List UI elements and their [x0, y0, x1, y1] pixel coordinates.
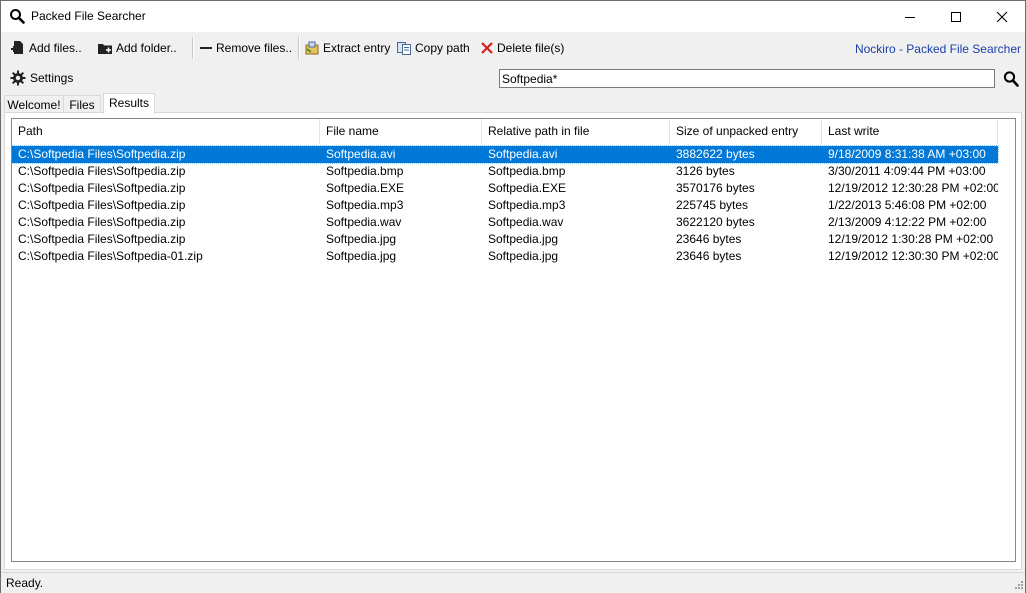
search-icon [1003, 71, 1019, 87]
table-row[interactable]: C:\Softpedia Files\Softpedia-01.zip Softp… [12, 248, 998, 265]
maximize-icon [951, 12, 961, 22]
extract-entry-label: Extract entry [323, 41, 391, 55]
cell-path: C:\Softpedia Files\Softpedia.zip [18, 215, 186, 229]
cell-file-name: Softpedia.bmp [326, 164, 404, 178]
cell-file-name: Softpedia.wav [326, 215, 402, 229]
cell-path: C:\Softpedia Files\Softpedia.zip [18, 198, 186, 212]
cell-path: C:\Softpedia Files\Softpedia.zip [18, 164, 186, 178]
table-row[interactable]: C:\Softpedia Files\Softpedia.zip Softpedi… [12, 197, 998, 214]
cell-file-name: Softpedia.EXE [326, 181, 405, 195]
toolbar: Add files.. Add folder.. Remove files.. … [1, 32, 1025, 64]
add-folder-button[interactable]: Add folder.. [97, 38, 177, 58]
cell-path: C:\Softpedia Files\Softpedia-01.zip [18, 249, 203, 263]
extract-entry-button[interactable]: Extract entry [304, 38, 390, 58]
toolbar-separator [298, 37, 300, 59]
resize-grip-icon[interactable] [1013, 581, 1023, 591]
settings-row: Settings [1, 64, 1025, 92]
cell-last-write: 3/30/2011 4:09:44 PM +03:00 [828, 164, 986, 178]
cell-size: 23646 bytes [676, 232, 742, 246]
cell-size: 3882622 bytes [676, 147, 755, 161]
cell-relative-path: Softpedia.wav [488, 215, 564, 229]
column-header-file-name[interactable]: File name [320, 119, 482, 144]
status-bar: Ready. [1, 572, 1025, 593]
delete-files-button[interactable]: Delete file(s) [480, 38, 564, 58]
window-title: Packed File Searcher [31, 9, 146, 23]
copy-icon [397, 42, 411, 55]
results-list[interactable]: Path File name Relative path in file Siz… [11, 118, 1016, 562]
cell-path: C:\Softpedia Files\Softpedia.zip [18, 147, 186, 161]
copy-path-button[interactable]: Copy path [396, 38, 470, 58]
status-text: Ready. [6, 576, 44, 590]
cell-relative-path: Softpedia.bmp [488, 164, 566, 178]
close-button[interactable] [979, 1, 1025, 32]
cell-last-write: 1/22/2013 5:46:08 PM +02:00 [828, 198, 987, 212]
column-header-size[interactable]: Size of unpacked entry [670, 119, 822, 144]
close-icon [996, 11, 1008, 23]
search-button[interactable] [1000, 69, 1022, 89]
minus-icon [200, 47, 212, 49]
add-folder-icon [98, 44, 112, 54]
list-header: Path File name Relative path in file Siz… [12, 119, 1015, 144]
brand-link[interactable]: Nockiro - Packed File Searcher [855, 42, 1021, 56]
cell-relative-path: Softpedia.mp3 [488, 198, 566, 212]
cell-relative-path: Softpedia.jpg [488, 232, 559, 246]
cell-last-write: 9/18/2009 8:31:38 AM +03:00 [828, 147, 986, 161]
tab-welcome[interactable]: Welcome! [4, 95, 64, 113]
cell-last-write: 12/19/2012 1:30:28 PM +02:00 [828, 232, 994, 246]
minimize-button[interactable] [887, 1, 933, 32]
cell-file-name: Softpedia.jpg [326, 249, 397, 263]
cell-size: 3126 bytes [676, 164, 735, 178]
cell-relative-path: Softpedia.jpg [488, 249, 559, 263]
add-folder-label: Add folder.. [116, 41, 177, 55]
table-row[interactable]: C:\Softpedia Files\Softpedia.zip Softpedi… [12, 145, 999, 164]
title-bar: Packed File Searcher [1, 1, 1025, 32]
settings-button[interactable]: Settings [10, 70, 73, 86]
cell-file-name: Softpedia.jpg [326, 232, 397, 246]
extract-archive-icon [305, 41, 319, 55]
maximize-button[interactable] [933, 1, 979, 32]
search-input[interactable] [499, 69, 995, 88]
cell-size: 23646 bytes [676, 249, 742, 263]
cell-file-name: Softpedia.mp3 [326, 198, 404, 212]
add-files-button[interactable]: Add files.. [10, 38, 82, 58]
settings-label: Settings [30, 71, 74, 85]
app-window: Packed File Searcher Add files.. Add fol… [0, 0, 1026, 593]
minimize-icon [905, 17, 915, 18]
cell-relative-path: Softpedia.EXE [488, 181, 567, 195]
delete-files-label: Delete file(s) [497, 41, 565, 55]
cell-file-name: Softpedia.avi [326, 147, 396, 161]
cell-relative-path: Softpedia.avi [488, 147, 558, 161]
cell-path: C:\Softpedia Files\Softpedia.zip [18, 232, 186, 246]
table-row[interactable]: C:\Softpedia Files\Softpedia.zip Softpedi… [12, 214, 998, 231]
remove-files-label: Remove files.. [216, 41, 293, 55]
results-panel: Path File name Relative path in file Siz… [4, 112, 1022, 570]
column-header-path[interactable]: Path [12, 119, 320, 144]
copy-path-label: Copy path [415, 41, 470, 55]
cell-path: C:\Softpedia Files\Softpedia.zip [18, 181, 186, 195]
gear-icon [10, 70, 26, 86]
add-files-label: Add files.. [29, 41, 82, 55]
add-file-icon [11, 41, 23, 54]
delete-x-icon [481, 42, 493, 54]
tab-files[interactable]: Files [63, 95, 101, 113]
column-header-last-write[interactable]: Last write [822, 119, 998, 144]
cell-last-write: 12/19/2012 12:30:28 PM +02:00 [828, 181, 998, 195]
table-row[interactable]: C:\Softpedia Files\Softpedia.zip Softpedi… [12, 231, 998, 248]
cell-size: 225745 bytes [676, 198, 749, 212]
cell-last-write: 2/13/2009 4:12:22 PM +02:00 [828, 215, 987, 229]
table-row[interactable]: C:\Softpedia Files\Softpedia.zip Softpedi… [12, 180, 998, 197]
tab-results[interactable]: Results [103, 93, 155, 114]
cell-size: 3622120 bytes [676, 215, 755, 229]
cell-size: 3570176 bytes [676, 181, 755, 195]
remove-files-button[interactable]: Remove files.. [199, 38, 292, 58]
toolbar-separator [192, 37, 194, 59]
cell-last-write: 12/19/2012 12:30:30 PM +02:00 [828, 249, 998, 263]
magnifier-icon [9, 8, 25, 24]
table-row[interactable]: C:\Softpedia Files\Softpedia.zip Softpedi… [12, 163, 998, 180]
column-header-relative-path[interactable]: Relative path in file [482, 119, 670, 144]
